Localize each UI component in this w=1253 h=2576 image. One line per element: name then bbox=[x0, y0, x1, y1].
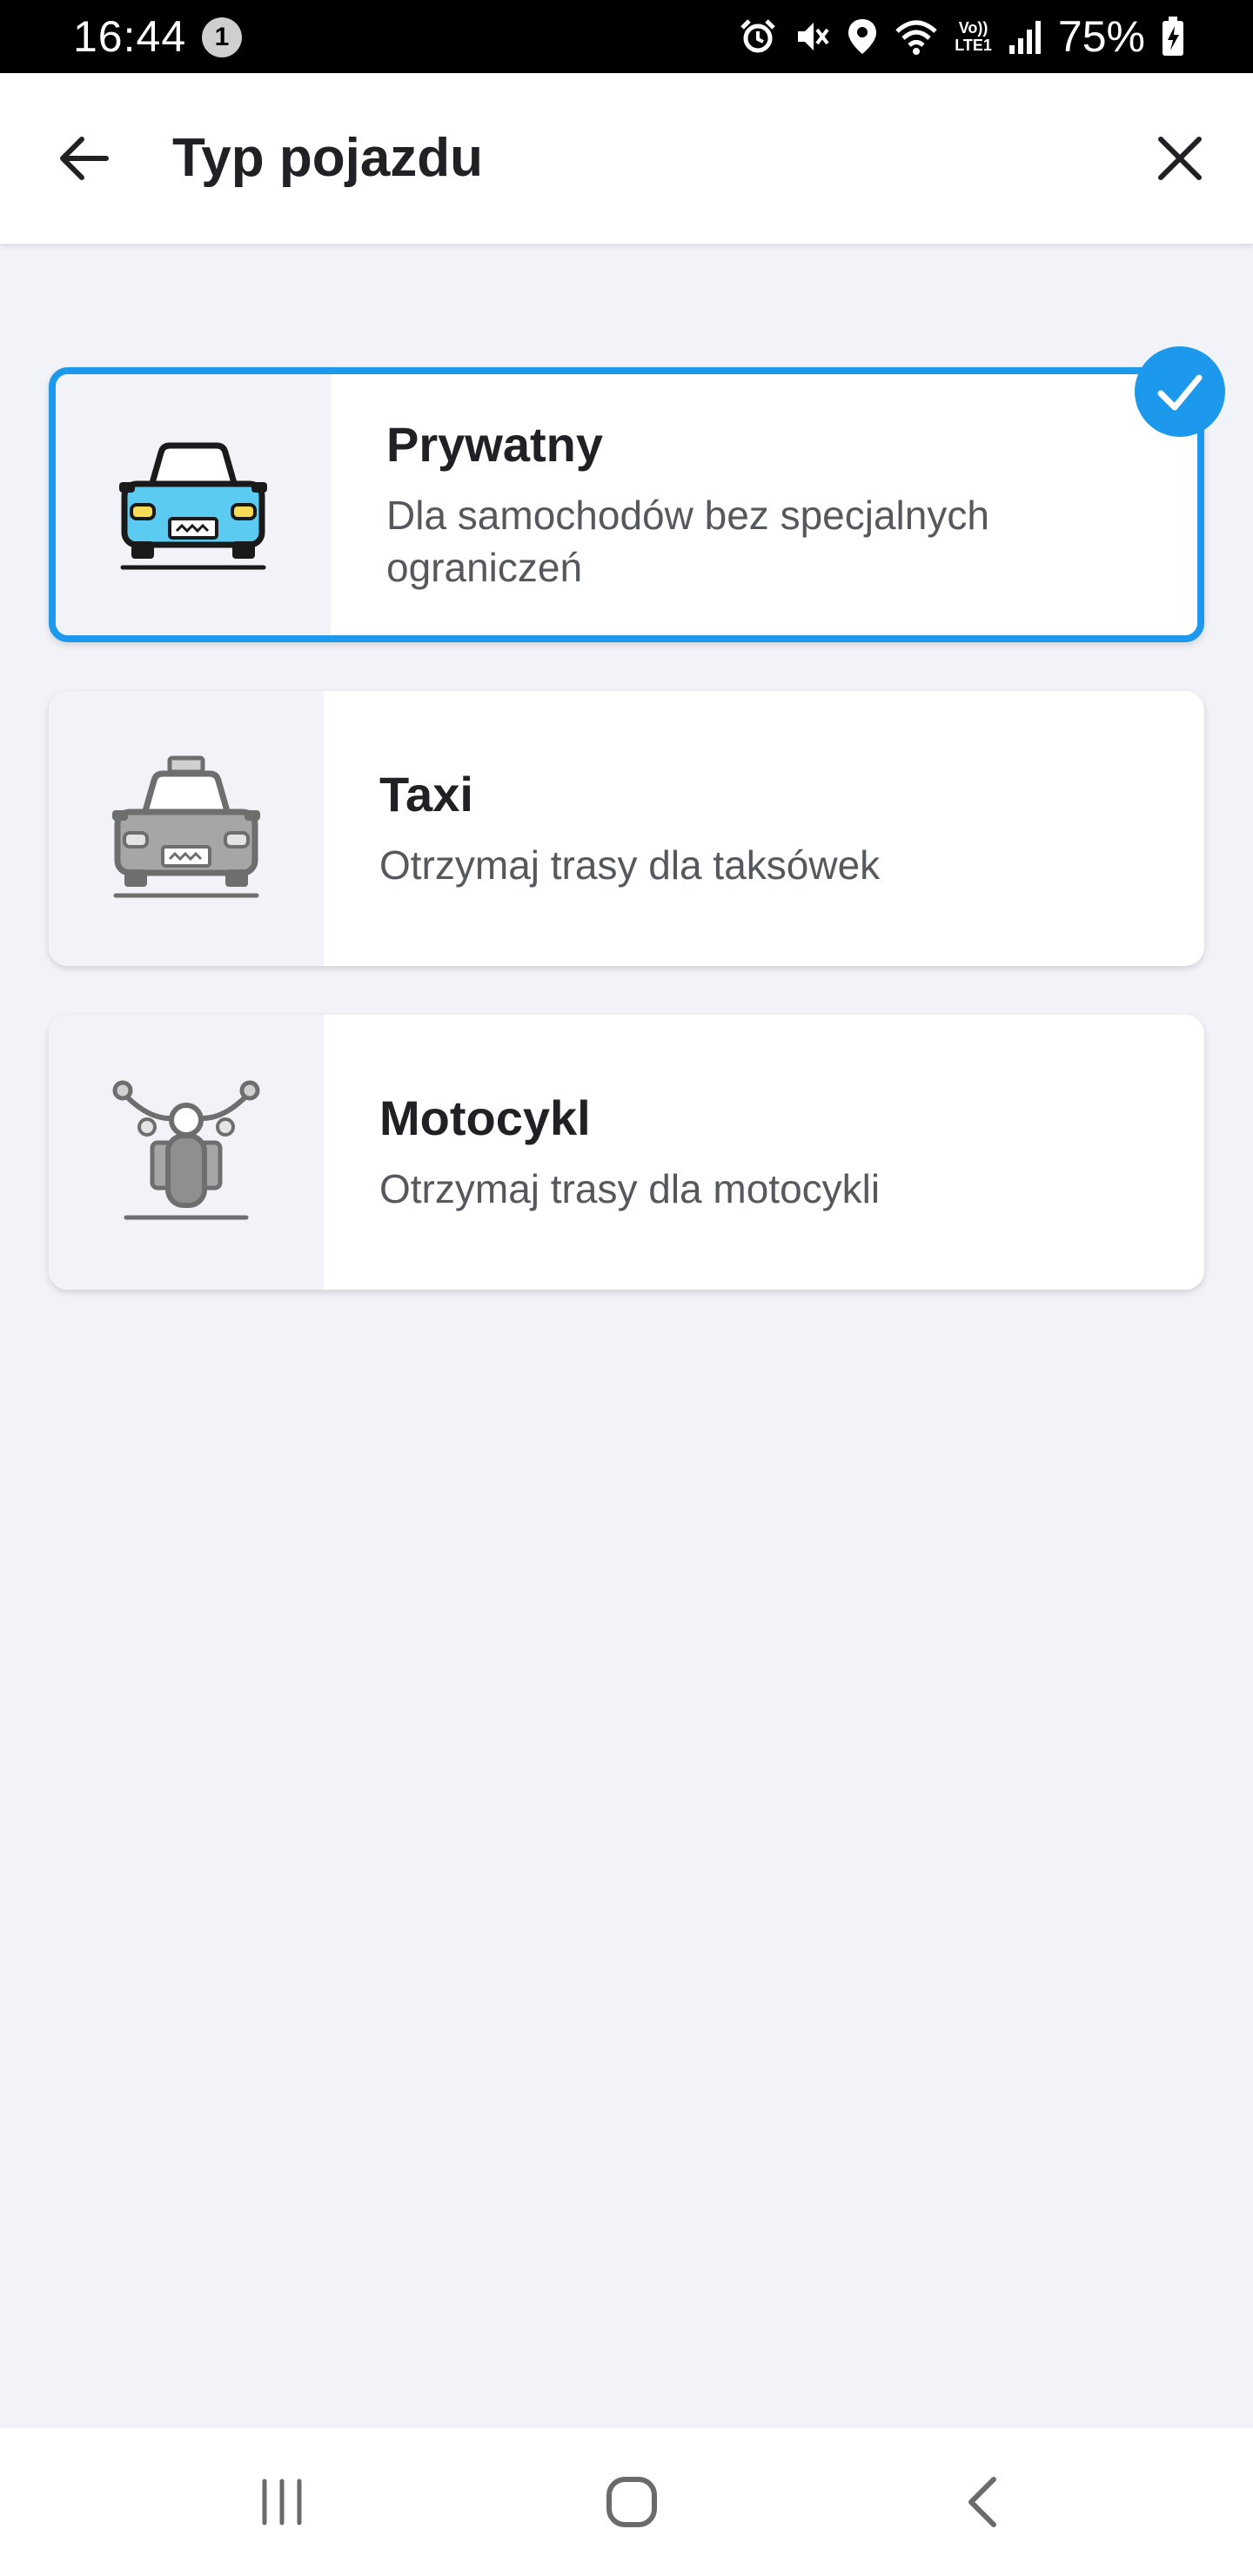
taxi-icon bbox=[112, 755, 260, 898]
vehicle-option-title: Motocykl bbox=[379, 1090, 591, 1145]
vehicle-option-description: Dla samochodów bez specjalnych ogranicze… bbox=[386, 493, 989, 590]
vehicle-icon-panel bbox=[49, 691, 324, 966]
car-icon bbox=[119, 442, 267, 570]
vehicle-option-private[interactable]: Prywatny Dla samochodów bez specjalnych … bbox=[49, 346, 1225, 642]
signal-icon bbox=[1008, 21, 1041, 54]
battery-percent: 75% bbox=[1057, 12, 1145, 61]
vehicle-icon-panel bbox=[56, 374, 331, 635]
home-button[interactable] bbox=[588, 2463, 675, 2541]
network-type: Vo)) LTE1 bbox=[955, 19, 992, 54]
vehicle-option-title: Prywatny bbox=[386, 417, 603, 472]
vehicle-option-taxi[interactable]: Taxi Otrzymaj trasy dla taksówek bbox=[49, 691, 1204, 966]
vehicle-option-description: Otrzymaj trasy dla motocykli bbox=[379, 1166, 881, 1211]
page-title: Typ pojazdu bbox=[172, 128, 484, 188]
vehicle-option-text: Prywatny Dla samochodów bez specjalnych … bbox=[386, 374, 1145, 635]
arrow-left-icon bbox=[60, 137, 109, 180]
mute-icon bbox=[798, 23, 829, 50]
alarm-icon bbox=[740, 19, 776, 53]
status-icons: Vo)) LTE1 75% bbox=[739, 10, 1185, 63]
lte-label: LTE1 bbox=[955, 37, 992, 54]
wifi-icon bbox=[895, 20, 937, 55]
battery-charging-icon bbox=[1163, 17, 1183, 56]
vehicle-option-motorcycle[interactable]: Motocykl Otrzymaj trasy dla motocykli bbox=[49, 1015, 1204, 1290]
motorcycle-icon bbox=[112, 1080, 260, 1220]
app-bar: Typ pojazdu bbox=[0, 73, 1253, 244]
location-icon bbox=[848, 19, 877, 54]
status-bar: 16:44 1 Vo)) LTE1 75% bbox=[0, 0, 1253, 73]
system-back-button[interactable] bbox=[940, 2463, 1027, 2541]
close-button[interactable] bbox=[1138, 117, 1222, 200]
checkmark-icon bbox=[1157, 374, 1203, 411]
vehicle-option-text: Motocykl Otrzymaj trasy dla motocykli bbox=[379, 1015, 1152, 1290]
selected-check-badge bbox=[1135, 346, 1225, 437]
recent-apps-icon bbox=[262, 2479, 302, 2526]
system-nav-bar bbox=[0, 2428, 1253, 2576]
status-time: 16:44 bbox=[73, 12, 187, 61]
volte-label: Vo)) bbox=[958, 19, 988, 37]
vehicle-option-text: Taxi Otrzymaj trasy dla taksówek bbox=[379, 691, 1152, 966]
recent-apps-button[interactable] bbox=[238, 2463, 325, 2541]
vehicle-option-description: Otrzymaj trasy dla taksówek bbox=[379, 842, 881, 888]
home-icon bbox=[606, 2477, 657, 2527]
close-icon bbox=[1158, 137, 1202, 180]
chevron-left-icon bbox=[968, 2477, 996, 2527]
back-button[interactable] bbox=[42, 117, 125, 200]
notification-count-badge: 1 bbox=[202, 17, 242, 57]
vehicle-icon-panel bbox=[49, 1015, 324, 1290]
vehicle-option-title: Taxi bbox=[379, 767, 473, 822]
